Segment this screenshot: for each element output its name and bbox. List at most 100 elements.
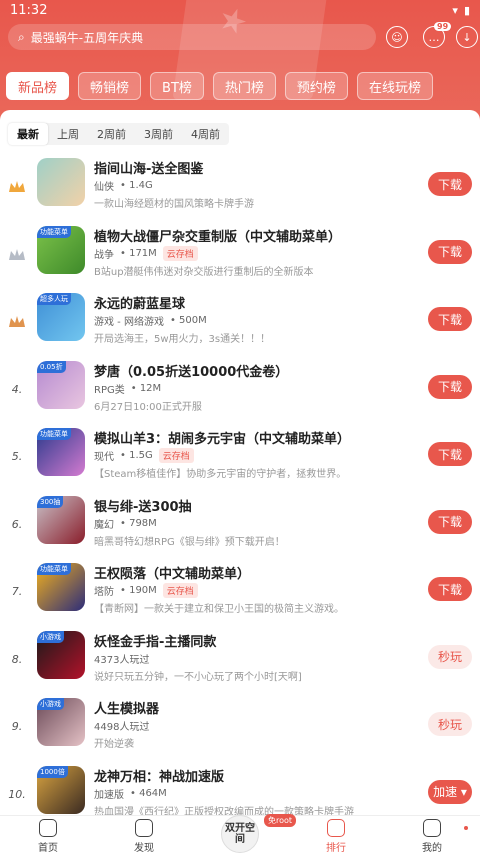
game-title[interactable]: 模拟山羊3：胡闹多元宇宙（中文辅助菜单） bbox=[94, 428, 350, 447]
download-button[interactable]: 加速 ▾ bbox=[428, 779, 472, 804]
icon-tag: 功能菜单 bbox=[37, 428, 71, 440]
period-tab-3[interactable]: 3周前 bbox=[135, 123, 182, 145]
profile-icon bbox=[423, 819, 441, 837]
tab-3[interactable]: 热门榜 bbox=[212, 72, 276, 100]
game-row[interactable]: 指间山海-送全图鉴 仙侠 • 1.4G 一款山海经题材的国风策略卡牌手游 下载 bbox=[0, 158, 480, 226]
game-meta: 塔防 • 190M 云存档 bbox=[94, 583, 198, 598]
download-button[interactable]: 下载 bbox=[428, 239, 472, 264]
nav-item-1[interactable]: 发现 bbox=[96, 816, 192, 857]
game-row[interactable]: 7. 功能菜单 王权陨落（中文辅助菜单） 塔防 • 190M 云存档 【青断网】… bbox=[0, 563, 480, 631]
game-icon[interactable]: 0.05折 bbox=[37, 360, 85, 409]
game-genre: 4498人玩过 bbox=[94, 722, 150, 733]
download-icon[interactable]: ↓ bbox=[456, 26, 478, 48]
game-description: 一款山海经题材的国风策略卡牌手游 bbox=[94, 199, 254, 210]
game-description: 开始逆袭 bbox=[94, 739, 134, 750]
game-row[interactable]: 功能菜单 植物大战僵尸杂交重制版（中文辅助菜单） 战争 • 171M 云存档 B… bbox=[0, 225, 480, 294]
game-meta: RPG类 • 12M bbox=[94, 381, 161, 396]
download-button[interactable]: 下载 bbox=[428, 442, 472, 466]
game-size: • 464M bbox=[130, 787, 167, 799]
nav-label: 排行 bbox=[326, 843, 346, 854]
rank-number: 9. bbox=[11, 720, 23, 733]
tab-1[interactable]: 畅销榜 bbox=[78, 72, 142, 100]
nav-item-0[interactable]: 首页 bbox=[0, 816, 96, 857]
game-meta: 游戏 - 网络游戏 • 500M bbox=[94, 313, 207, 328]
tab-0[interactable]: 新品榜 bbox=[6, 72, 70, 100]
game-title[interactable]: 龙神万相：神战加速版 bbox=[94, 766, 224, 785]
game-genre: 加速版 bbox=[94, 789, 124, 801]
icon-tag: 小游戏 bbox=[37, 698, 64, 710]
game-genre: 战争 bbox=[94, 249, 114, 261]
support-icon[interactable]: ☺ bbox=[386, 26, 408, 48]
rank-number: 10. bbox=[8, 787, 26, 801]
download-button[interactable]: 下载 bbox=[428, 509, 472, 534]
icon-tag: 300抽 bbox=[37, 495, 64, 508]
game-description: 6月27日10:00正式开服 bbox=[94, 401, 202, 413]
game-size: • 171M bbox=[120, 247, 157, 259]
game-genre: 塔防 bbox=[94, 587, 114, 598]
game-title[interactable]: 妖怪金手指-主播同款 bbox=[94, 631, 216, 650]
game-meta: 仙侠 • 1.4G bbox=[94, 178, 153, 193]
game-row[interactable]: 超多人玩 永远的蔚蓝星球 游戏 - 网络游戏 • 500M 开局选海王，5w用火… bbox=[0, 293, 480, 361]
download-button[interactable]: 下载 bbox=[428, 374, 472, 399]
battery-icon: ▮ bbox=[463, 3, 470, 17]
game-description: 说好只玩五分钟，一不小心玩了两个小时[天啊] bbox=[94, 671, 302, 683]
download-button[interactable]: 下载 bbox=[428, 307, 472, 331]
game-meta: 战争 • 171M 云存档 bbox=[94, 245, 198, 261]
period-tab-2[interactable]: 2周前 bbox=[88, 123, 135, 145]
game-genre: 现代 bbox=[94, 452, 114, 463]
profile-notification-dot bbox=[464, 826, 468, 830]
game-row[interactable]: 9. 小游戏 人生模拟器 4498人玩过 开始逆袭 秒玩 bbox=[0, 698, 480, 766]
game-title[interactable]: 梦唐（0.05折送10000代金卷） bbox=[94, 361, 288, 380]
game-genre: 仙侠 bbox=[94, 182, 114, 193]
dual-space-icon[interactable]: 双开空间 bbox=[221, 814, 259, 853]
play-button[interactable]: 秒玩 bbox=[428, 644, 472, 669]
game-icon[interactable]: 小游戏 bbox=[37, 630, 85, 679]
game-size: • 798M bbox=[120, 517, 157, 529]
game-icon[interactable]: 小游戏 bbox=[37, 698, 85, 746]
search-bar[interactable]: ⌕ 最强蜗牛-五周年庆典 bbox=[8, 24, 376, 50]
game-title[interactable]: 银与绯-送300抽 bbox=[94, 496, 192, 515]
game-size: • 12M bbox=[130, 382, 162, 394]
game-title[interactable]: 永远的蔚蓝星球 bbox=[94, 293, 185, 312]
game-row[interactable]: 4. 0.05折 梦唐（0.05折送10000代金卷） RPG类 • 12M 6… bbox=[0, 360, 480, 429]
game-icon[interactable]: 1000倍 bbox=[37, 765, 85, 814]
period-tab-1[interactable]: 上周 bbox=[48, 123, 88, 145]
game-icon[interactable] bbox=[37, 158, 85, 206]
period-tab-0[interactable]: 最新 bbox=[8, 123, 48, 145]
ranking-icon bbox=[327, 819, 345, 837]
rank-number: 5. bbox=[11, 450, 23, 463]
game-meta: 4498人玩过 bbox=[94, 718, 149, 733]
game-row[interactable]: 5. 功能菜单 模拟山羊3：胡闹多元宇宙（中文辅助菜单） 现代 • 1.5G 云… bbox=[0, 428, 480, 496]
wifi-icon: ▾ bbox=[452, 3, 458, 17]
game-icon[interactable]: 功能菜单 bbox=[37, 563, 85, 611]
cloud-save-badge: 云存档 bbox=[158, 448, 194, 463]
game-title[interactable]: 王权陨落（中文辅助菜单） bbox=[94, 563, 250, 582]
game-row[interactable]: 8. 小游戏 妖怪金手指-主播同款 4373人玩过 说好只玩五分钟，一不小心玩了… bbox=[0, 630, 480, 699]
tab-5[interactable]: 在线玩榜 bbox=[356, 72, 433, 100]
game-icon[interactable]: 功能菜单 bbox=[37, 428, 85, 476]
game-row[interactable]: 6. 300抽 银与绯-送300抽 魔幻 • 798M 暗黑哥特幻想RPG《银与… bbox=[0, 495, 480, 564]
game-title[interactable]: 指间山海-送全图鉴 bbox=[94, 158, 203, 177]
period-tab-4[interactable]: 4周前 bbox=[182, 123, 229, 145]
game-title[interactable]: 植物大战僵尸杂交重制版（中文辅助菜单） bbox=[94, 226, 341, 245]
nav-label: 首页 bbox=[38, 843, 58, 854]
download-button[interactable]: 下载 bbox=[428, 577, 472, 601]
game-meta: 现代 • 1.5G 云存档 bbox=[94, 448, 194, 463]
game-icon[interactable]: 功能菜单 bbox=[37, 225, 85, 274]
download-button[interactable]: 下载 bbox=[428, 172, 472, 196]
game-description: 暗黑哥特幻想RPG《银与绯》预下载开启！ bbox=[94, 536, 285, 548]
game-genre: RPG类 bbox=[94, 384, 125, 396]
crown-icon bbox=[9, 181, 25, 192]
game-size: • 1.4G bbox=[120, 180, 153, 191]
tab-4[interactable]: 预约榜 bbox=[284, 72, 348, 100]
nav-label: 发现 bbox=[134, 843, 154, 854]
game-description: 开局选海王，5w用火力，3s通关！！！ bbox=[94, 334, 271, 345]
rank-number: 6. bbox=[11, 517, 23, 531]
play-button[interactable]: 秒玩 bbox=[428, 712, 472, 736]
game-title[interactable]: 人生模拟器 bbox=[94, 698, 159, 717]
game-icon[interactable]: 300抽 bbox=[37, 495, 85, 544]
tab-2[interactable]: BT榜 bbox=[150, 72, 204, 100]
game-icon[interactable]: 超多人玩 bbox=[37, 293, 85, 341]
nav-item-3[interactable]: 排行 bbox=[288, 816, 384, 857]
nav-item-4[interactable]: 我的 bbox=[384, 816, 480, 857]
